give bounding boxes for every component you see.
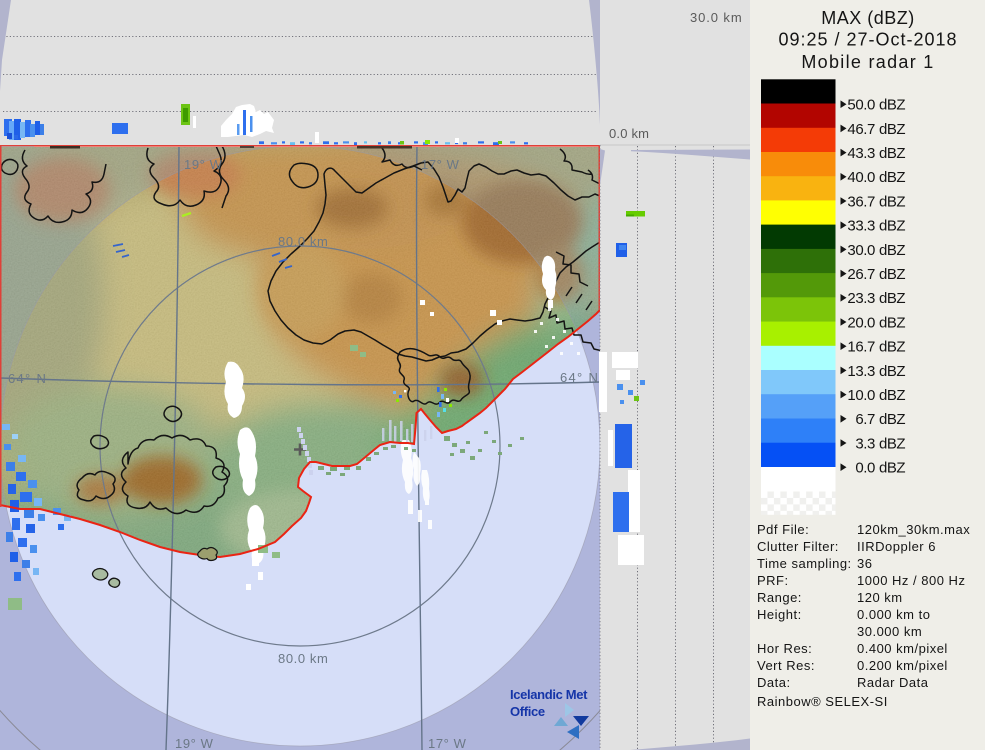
svg-text:Rainbow® SELEX-SI: Rainbow® SELEX-SI <box>757 694 888 709</box>
svg-text:Height:: Height: <box>757 607 802 622</box>
svg-text:dBZ: dBZ <box>879 314 905 331</box>
svg-text:13.3: 13.3 <box>847 363 875 380</box>
svg-text:33.3: 33.3 <box>847 218 875 235</box>
svg-text:Mobile radar 1: Mobile radar 1 <box>801 52 934 72</box>
svg-text:Clutter Filter:: Clutter Filter: <box>757 539 839 554</box>
svg-text:dBZ: dBZ <box>879 121 905 138</box>
svg-text:dBZ: dBZ <box>879 411 905 428</box>
svg-text:26.7: 26.7 <box>847 266 875 283</box>
svg-text:64° N: 64° N <box>8 371 47 386</box>
svg-text:dBZ: dBZ <box>879 435 905 452</box>
svg-text:36.7: 36.7 <box>847 193 875 210</box>
svg-text:6.7: 6.7 <box>855 411 875 428</box>
svg-text:Hor Res:: Hor Res: <box>757 641 812 656</box>
svg-text:dBZ: dBZ <box>879 97 905 114</box>
svg-text:PRF:: PRF: <box>757 573 789 588</box>
svg-text:40.0: 40.0 <box>847 169 875 186</box>
svg-text:0.0: 0.0 <box>855 460 875 477</box>
svg-text:MAX (dBZ): MAX (dBZ) <box>821 8 915 28</box>
svg-text:Icelandic Met: Icelandic Met <box>510 687 588 702</box>
svg-text:23.3: 23.3 <box>847 290 875 307</box>
svg-text:dBZ: dBZ <box>879 290 905 307</box>
svg-text:dBZ: dBZ <box>879 242 905 259</box>
svg-text:Range:: Range: <box>757 590 802 605</box>
svg-text:30.0: 30.0 <box>847 242 875 259</box>
svg-text:Data:: Data: <box>757 675 791 690</box>
svg-text:1000 Hz / 800 Hz: 1000 Hz / 800 Hz <box>857 573 965 588</box>
svg-text:36: 36 <box>857 556 872 571</box>
svg-text:dBZ: dBZ <box>879 387 905 404</box>
svg-text:Pdf File:: Pdf File: <box>757 522 809 537</box>
svg-text:0.0 km: 0.0 km <box>609 126 649 141</box>
svg-text:dBZ: dBZ <box>879 339 905 356</box>
svg-text:Vert Res:: Vert Res: <box>757 658 815 673</box>
svg-text:3.3: 3.3 <box>855 435 875 452</box>
svg-text:10.0: 10.0 <box>847 387 875 404</box>
svg-text:dBZ: dBZ <box>879 460 905 477</box>
svg-text:50.0: 50.0 <box>847 97 875 114</box>
svg-text:64° N: 64° N <box>560 370 599 385</box>
svg-text:IIRDoppler 6: IIRDoppler 6 <box>857 539 936 554</box>
svg-text:dBZ: dBZ <box>879 193 905 210</box>
svg-text:43.3: 43.3 <box>847 145 875 162</box>
svg-text:0.000 km to: 0.000 km to <box>857 607 930 622</box>
svg-text:0.200 km/pixel: 0.200 km/pixel <box>857 658 948 673</box>
svg-text:dBZ: dBZ <box>879 266 905 283</box>
svg-text:46.7: 46.7 <box>847 121 875 138</box>
svg-text:120 km: 120 km <box>857 590 903 605</box>
svg-text:80.0 km: 80.0 km <box>278 651 328 666</box>
svg-text:17° W: 17° W <box>421 157 460 172</box>
svg-text:16.7: 16.7 <box>847 339 875 356</box>
svg-text:dBZ: dBZ <box>879 145 905 162</box>
svg-text:30.000 km: 30.000 km <box>857 624 922 639</box>
svg-text:30.0 km: 30.0 km <box>690 10 743 25</box>
svg-text:0.400 km/pixel: 0.400 km/pixel <box>857 641 948 656</box>
svg-text:09:25 / 27-Oct-2018: 09:25 / 27-Oct-2018 <box>778 30 957 50</box>
svg-text:dBZ: dBZ <box>879 363 905 380</box>
svg-text:19° W: 19° W <box>175 736 214 750</box>
svg-text:Office: Office <box>510 704 545 719</box>
svg-text:Time sampling:: Time sampling: <box>757 556 852 571</box>
svg-text:120km_30km.max: 120km_30km.max <box>857 522 970 537</box>
svg-text:19° W: 19° W <box>184 157 223 172</box>
svg-text:dBZ: dBZ <box>879 218 905 235</box>
svg-text:17° W: 17° W <box>428 736 467 750</box>
svg-text:Radar Data: Radar Data <box>857 675 929 690</box>
svg-text:80.0 km: 80.0 km <box>278 234 328 249</box>
svg-text:20.0: 20.0 <box>847 314 875 331</box>
svg-text:dBZ: dBZ <box>879 169 905 186</box>
